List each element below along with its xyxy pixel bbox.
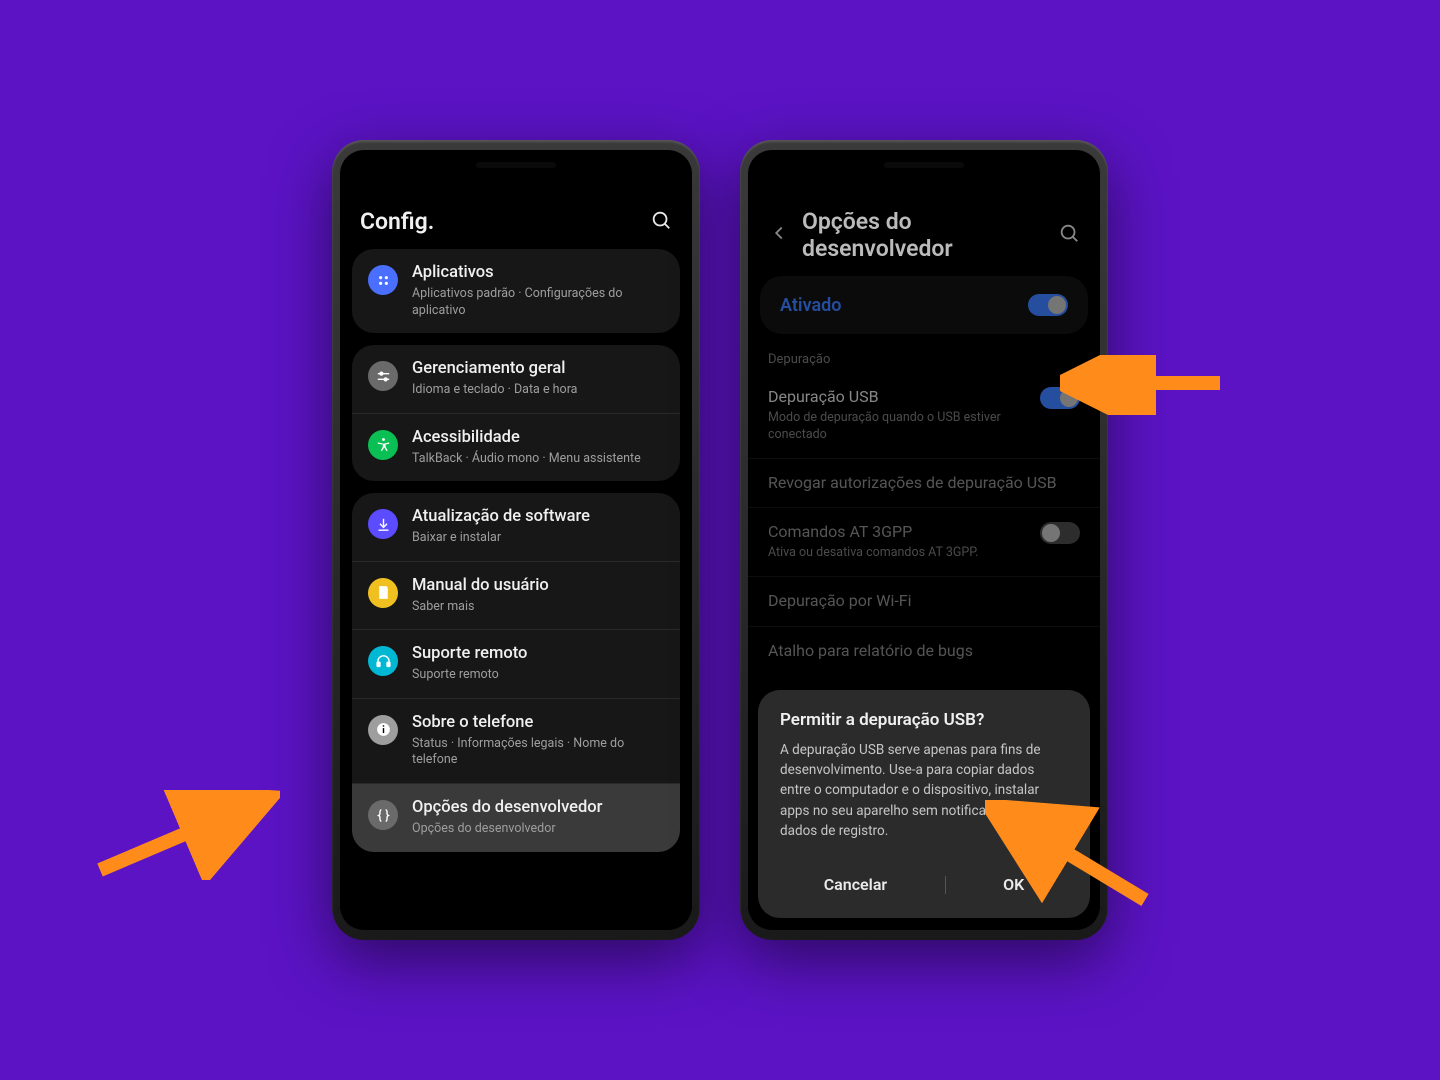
search-icon[interactable] <box>650 209 672 235</box>
settings-row-remote-support[interactable]: Suporte remoto Suporte remoto <box>352 629 680 698</box>
master-toggle-label: Ativado <box>780 295 841 316</box>
row-subtitle: Baixar e instalar <box>412 530 664 547</box>
row-title: Aplicativos <box>412 263 664 284</box>
section-header-debug: Depuração <box>748 334 1100 373</box>
settings-group: Gerenciamento geral Idioma e teclado · Da… <box>352 345 680 481</box>
settings-row-accessibility[interactable]: Acessibilidade TalkBack · Áudio mono · Me… <box>352 413 680 482</box>
row-text: Atalho para relatório de bugs <box>768 641 1080 662</box>
stage: Config. AplicativosAplicativos padrão · … <box>0 0 1440 1080</box>
row-title: Revogar autorizações de depuração USB <box>768 473 1080 494</box>
row-text: Suporte remoto Suporte remoto <box>412 644 664 684</box>
row-text: Manual do usuário Saber mais <box>412 576 664 616</box>
row-subtitle: Idioma e teclado · Data e hora <box>412 382 664 399</box>
developer-options-list: Ativado Depuração Depuração USBModo de d… <box>748 276 1100 688</box>
row-subtitle: Aplicativos padrão · Configurações do ap… <box>412 286 664 320</box>
row-title: Atualização de software <box>412 507 664 528</box>
screen-left: Config. AplicativosAplicativos padrão · … <box>340 150 692 930</box>
dev-row-bug-report-shortcut[interactable]: Atalho para relatório de bugs <box>748 626 1100 676</box>
master-toggle[interactable] <box>1028 294 1068 316</box>
settings-list: AplicativosAplicativos padrão · Configur… <box>340 249 692 864</box>
row-title: Atalho para relatório de bugs <box>768 641 1080 662</box>
row-text: Atualização de software Baixar e instalar <box>412 507 664 547</box>
ok-button[interactable]: OK <box>973 869 1054 900</box>
row-text: Acessibilidade TalkBack · Áudio mono · Me… <box>412 428 664 468</box>
row-text: Depuração por Wi-Fi <box>768 591 1080 612</box>
download-icon <box>368 509 398 539</box>
settings-row-apps[interactable]: AplicativosAplicativos padrão · Configur… <box>352 249 680 333</box>
dev-row-usb-debug[interactable]: Depuração USBModo de depuração quando o … <box>748 373 1100 458</box>
row-title: Acessibilidade <box>412 428 664 449</box>
headset-icon <box>368 646 398 676</box>
search-icon[interactable] <box>1058 222 1080 248</box>
header-right: Opções do desenvolvedor <box>748 198 1100 276</box>
developer-options-master-toggle-row[interactable]: Ativado <box>760 276 1088 334</box>
sliders-icon <box>368 361 398 391</box>
row-subtitle: Suporte remoto <box>412 667 664 684</box>
row-text: Gerenciamento geral Idioma e teclado · Da… <box>412 359 664 399</box>
settings-row-general[interactable]: Gerenciamento geral Idioma e teclado · Da… <box>352 345 680 413</box>
header-left: Config. <box>340 198 692 249</box>
row-subtitle: TalkBack · Áudio mono · Menu assistente <box>412 451 664 468</box>
info-icon <box>368 715 398 745</box>
settings-group: Atualização de software Baixar e instalar… <box>352 493 680 851</box>
row-title: Manual do usuário <box>412 576 664 597</box>
button-divider <box>945 876 946 894</box>
row-subtitle: Ativa ou desativa comandos AT 3GPP. <box>768 545 1028 562</box>
book-icon <box>368 578 398 608</box>
page-title: Config. <box>360 208 650 235</box>
back-icon[interactable] <box>768 222 790 248</box>
settings-row-software-update[interactable]: Atualização de software Baixar e instalar <box>352 493 680 561</box>
row-subtitle: Status · Informações legais · Nome do te… <box>412 736 664 770</box>
row-subtitle: Opções do desenvolvedor <box>412 821 664 838</box>
row-title: Gerenciamento geral <box>412 359 664 380</box>
braces-icon <box>368 800 398 830</box>
screen-right: Opções do desenvolvedor Ativado Depuraçã… <box>748 150 1100 930</box>
row-title: Comandos AT 3GPP <box>768 522 1028 543</box>
toggle-at-3gpp[interactable] <box>1040 522 1080 544</box>
settings-row-about-phone[interactable]: Sobre o telefoneStatus · Informações leg… <box>352 698 680 783</box>
row-title: Opções do desenvolvedor <box>412 798 664 819</box>
row-title: Suporte remoto <box>412 644 664 665</box>
row-text: Sobre o telefoneStatus · Informações leg… <box>412 713 664 769</box>
dev-row-revoke-usb[interactable]: Revogar autorizações de depuração USB <box>748 458 1100 508</box>
row-text: Opções do desenvolvedor Opções do desenvo… <box>412 798 664 838</box>
page-title: Opções do desenvolvedor <box>802 208 1058 262</box>
row-title: Depuração por Wi-Fi <box>768 591 1080 612</box>
accessibility-icon <box>368 430 398 460</box>
phone-left: Config. AplicativosAplicativos padrão · … <box>332 140 700 940</box>
cancel-button[interactable]: Cancelar <box>794 869 917 900</box>
row-text: AplicativosAplicativos padrão · Configur… <box>412 263 664 319</box>
dialog-title: Permitir a depuração USB? <box>780 710 1068 730</box>
dev-row-at-3gpp[interactable]: Comandos AT 3GPP Ativa ou desativa comand… <box>748 507 1100 576</box>
row-text: Comandos AT 3GPP Ativa ou desativa comand… <box>768 522 1028 562</box>
usb-debug-confirm-dialog: Permitir a depuração USB? A depuração US… <box>758 690 1090 918</box>
row-text: Depuração USBModo de depuração quando o … <box>768 387 1028 444</box>
dialog-buttons: Cancelar OK <box>780 859 1068 908</box>
settings-row-dev-options[interactable]: Opções do desenvolvedor Opções do desenvo… <box>352 783 680 852</box>
settings-row-manual[interactable]: Manual do usuário Saber mais <box>352 561 680 630</box>
row-text: Revogar autorizações de depuração USB <box>768 473 1080 494</box>
phone-right: Opções do desenvolvedor Ativado Depuraçã… <box>740 140 1108 940</box>
row-subtitle: Saber mais <box>412 599 664 616</box>
row-title: Depuração USB <box>768 387 1028 408</box>
settings-group: AplicativosAplicativos padrão · Configur… <box>352 249 680 333</box>
dev-row-wifi-debug[interactable]: Depuração por Wi-Fi <box>748 576 1100 626</box>
toggle-usb-debug[interactable] <box>1040 387 1080 409</box>
row-subtitle: Modo de depuração quando o USB estiver c… <box>768 410 1028 444</box>
dialog-body: A depuração USB serve apenas para fins d… <box>780 740 1068 841</box>
row-title: Sobre o telefone <box>412 713 664 734</box>
apps-icon <box>368 265 398 295</box>
